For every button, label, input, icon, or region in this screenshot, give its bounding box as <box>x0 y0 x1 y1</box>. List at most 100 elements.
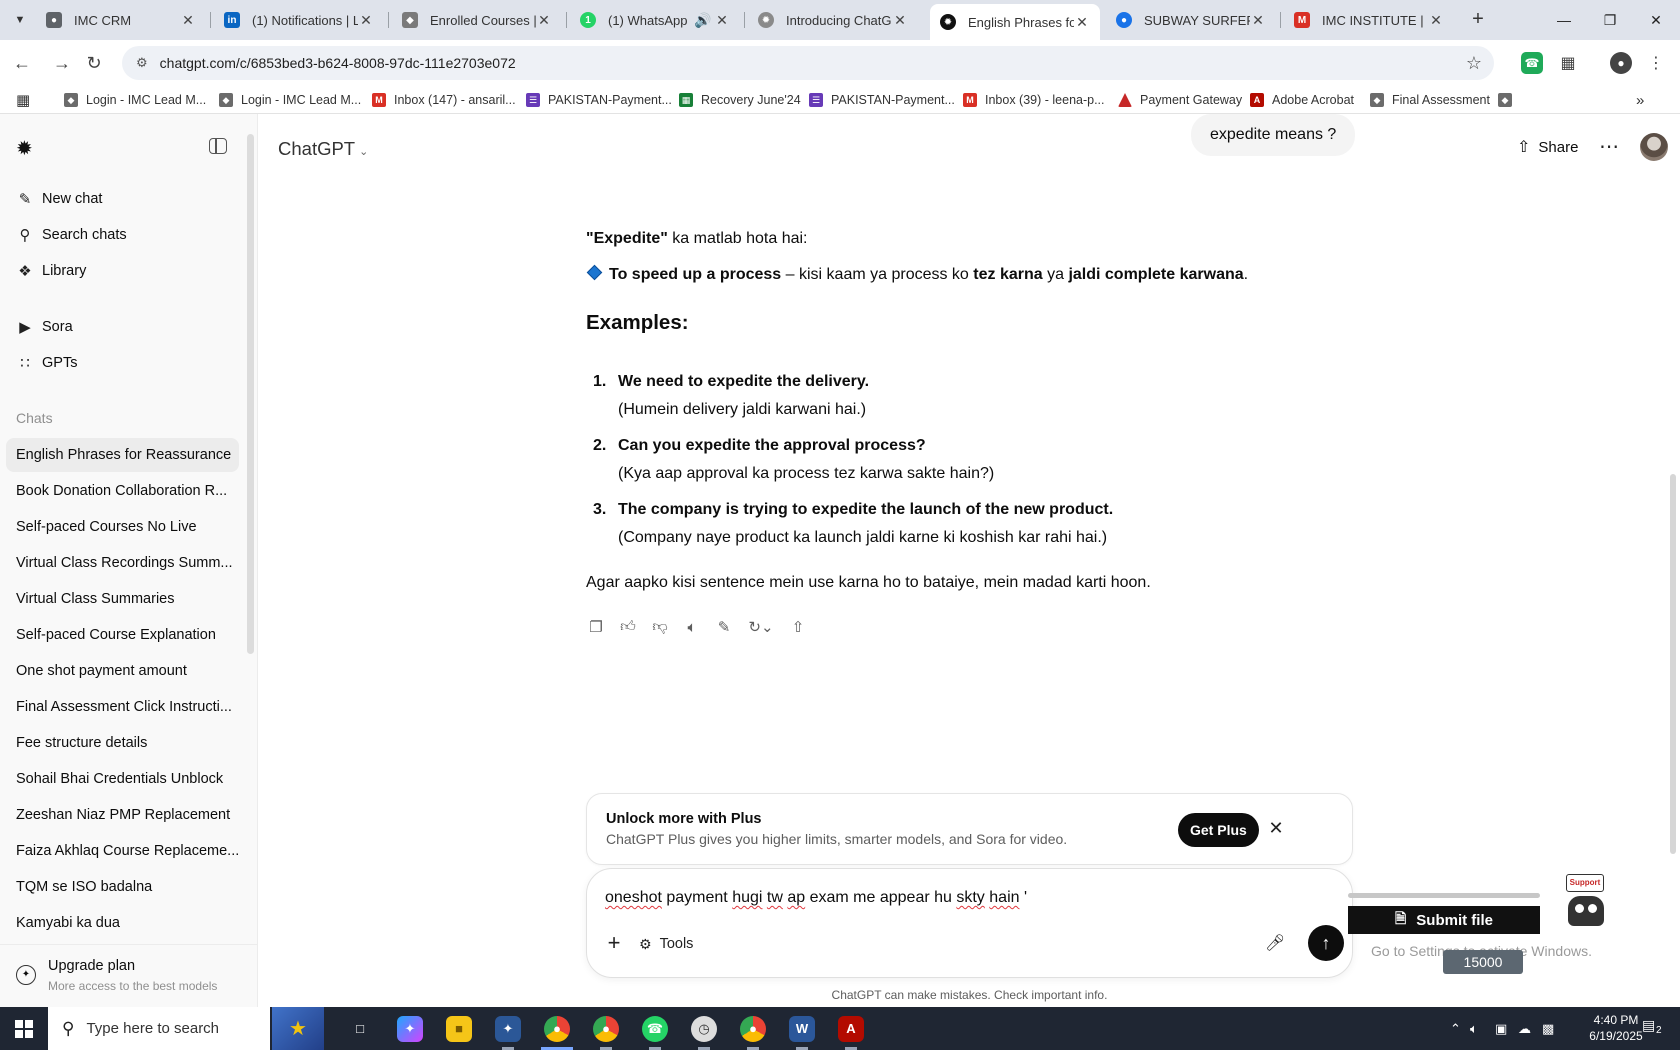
composer-input[interactable]: oneshot payment hugi tw ap exam me appea… <box>605 889 1027 907</box>
tray-chevron-icon[interactable]: ⌃ <box>1450 1007 1461 1050</box>
chrome-icon[interactable]: ● <box>729 1007 777 1050</box>
app-icon[interactable]: ✦ <box>484 1007 532 1050</box>
back-button[interactable]: ← <box>8 49 36 77</box>
profile-avatar-icon[interactable]: ● <box>1610 52 1632 74</box>
browser-tab[interactable]: 1 (1) WhatsApp B 🔊 ✕ <box>570 4 740 36</box>
sidebar-item-gpts[interactable]: ∷ GPTs <box>6 346 239 380</box>
read-aloud-icon[interactable]: 🔈︎ <box>682 617 702 637</box>
task-view-icon[interactable]: □ <box>336 1007 384 1050</box>
bookmark-item[interactable]: ◆ <box>1498 90 1520 110</box>
chat-item[interactable]: Final Assessment Click Instructi... <box>6 690 239 724</box>
bookmark-item[interactable]: ☰ PAKISTAN-Payment... <box>809 90 955 110</box>
tab-close-icon[interactable]: ✕ <box>1250 12 1266 29</box>
tab-close-icon[interactable]: ✕ <box>714 12 730 29</box>
cloud-icon[interactable]: ☁ <box>1518 1007 1531 1050</box>
chat-item[interactable]: One shot payment amount <box>6 654 239 688</box>
chat-item[interactable]: Virtual Class Recordings Summ... <box>6 546 239 580</box>
bookmark-item[interactable]: A Adobe Acrobat <box>1250 90 1354 110</box>
bookmark-item[interactable]: M Inbox (147) - ansaril... <box>372 90 516 110</box>
system-clock[interactable]: 4:40 PM 6/19/2025 <box>1586 1012 1646 1044</box>
chat-item[interactable]: Faiza Akhlaq Course Replaceme... <box>6 834 239 868</box>
bookmark-item[interactable]: ◆ Login - IMC Lead M... <box>64 90 206 110</box>
chat-item[interactable]: Sohail Bhai Credentials Unblock <box>6 762 239 796</box>
more-bookmarks-icon[interactable]: » <box>1636 90 1644 110</box>
word-icon[interactable]: W <box>778 1007 826 1050</box>
meet-now-icon[interactable]: ▣ <box>1495 1007 1507 1050</box>
chat-item[interactable]: Zeeshan Niaz PMP Replacement <box>6 798 239 832</box>
bookmark-item[interactable]: ◆ Login - IMC Lead M... <box>219 90 361 110</box>
send-button[interactable]: ↑ <box>1308 925 1344 961</box>
browser-tab[interactable]: ● IMC CRM ✕ <box>36 4 206 36</box>
sidebar-scrollbar[interactable] <box>247 134 254 654</box>
close-icon[interactable]: ✕ <box>1264 816 1288 840</box>
file-explorer-icon[interactable]: ■ <box>435 1007 483 1050</box>
chat-item[interactable]: Self-paced Courses No Live <box>6 510 239 544</box>
extensions-puzzle-icon[interactable]: ▦ <box>1557 52 1579 74</box>
attach-plus-icon[interactable]: + <box>603 932 625 954</box>
tab-close-icon[interactable]: ✕ <box>180 12 196 29</box>
chat-item-active[interactable]: English Phrases for Reassurance <box>6 438 239 472</box>
model-selector[interactable]: ChatGPT ⌄ <box>278 138 368 160</box>
acrobat-icon[interactable]: A <box>827 1007 875 1050</box>
edit-canvas-icon[interactable]: ✎ <box>714 617 734 637</box>
tab-close-icon[interactable]: ✕ <box>1074 14 1090 31</box>
new-tab-button[interactable]: + <box>1466 8 1490 32</box>
browser-tab[interactable]: M IMC INSTITUTE | EN ✕ <box>1284 4 1454 36</box>
volume-icon[interactable]: 🔈︎ <box>1470 1007 1478 1050</box>
copy-icon[interactable]: ❐ <box>586 617 606 637</box>
notification-icon[interactable]: ▤ 2 <box>1642 1017 1668 1041</box>
tab-close-icon[interactable]: ✕ <box>892 12 908 29</box>
support-widget[interactable]: Support <box>1562 874 1608 928</box>
thumbs-up-icon[interactable]: 👍︎ <box>618 617 638 637</box>
chrome-profile-icon[interactable]: ● <box>582 1007 630 1050</box>
tab-close-icon[interactable]: ✕ <box>358 12 374 29</box>
regenerate-icon[interactable]: ↻⌄ <box>746 617 776 637</box>
browser-tab[interactable]: ◆ Enrolled Courses | IM ✕ <box>392 4 562 36</box>
chat-item[interactable]: Fee structure details <box>6 726 239 760</box>
chat-item[interactable]: Kamyabi ka dua <box>6 906 239 940</box>
chat-item[interactable]: TQM se ISO badalna <box>6 870 239 904</box>
browser-tab-active[interactable]: ✹ English Phrases for R ✕ <box>930 4 1100 40</box>
tools-button[interactable]: ⚙ Tools <box>639 933 693 955</box>
tab-close-icon[interactable]: ✕ <box>1428 12 1444 29</box>
bookmark-star-icon[interactable]: ☆ <box>1466 53 1482 74</box>
sidebar-item-search-chats[interactable]: ⚲ Search chats <box>6 218 239 252</box>
taskbar-search[interactable]: ⚲ Type here to search <box>48 1007 270 1050</box>
openai-logo-icon[interactable]: ✹ <box>16 136 38 160</box>
submit-file-button[interactable]: 🗎︎ Submit file <box>1348 906 1540 934</box>
message-composer[interactable]: oneshot payment hugi tw ap exam me appea… <box>586 868 1353 978</box>
sidebar-item-new-chat[interactable]: ✎ New chat <box>6 182 239 216</box>
share-message-icon[interactable]: ⇧ <box>788 617 808 637</box>
audio-icon[interactable]: 🔊 <box>692 12 714 29</box>
copilot-icon[interactable]: ✦ <box>386 1007 434 1050</box>
network-icon[interactable]: ▩ <box>1542 1007 1554 1050</box>
tab-close-icon[interactable]: ✕ <box>536 12 552 29</box>
apps-grid-icon[interactable]: ▦ <box>16 90 30 110</box>
sidebar-item-sora[interactable]: ▶ Sora <box>6 310 239 344</box>
thumbs-down-icon[interactable]: 👎︎ <box>650 617 670 637</box>
forward-button[interactable]: → <box>48 49 76 77</box>
clock-app-icon[interactable]: ◷ <box>680 1007 728 1050</box>
avatar[interactable] <box>1640 133 1668 161</box>
close-window-button[interactable]: ✕ <box>1633 0 1679 40</box>
chrome-icon[interactable]: ● <box>533 1007 581 1050</box>
address-bar[interactable]: ⚙ chatgpt.com/c/6853bed3-b624-8008-97dc-… <box>122 46 1494 80</box>
reload-button[interactable]: ↻ <box>80 49 108 77</box>
minimize-button[interactable]: — <box>1541 0 1587 40</box>
chat-item[interactable]: Virtual Class Summaries <box>6 582 239 616</box>
news-widget-icon[interactable]: ★ <box>272 1007 324 1050</box>
main-scrollbar[interactable] <box>1670 474 1676 854</box>
chat-item[interactable]: Self-paced Course Explanation <box>6 618 239 652</box>
start-button[interactable] <box>0 1007 48 1050</box>
bookmark-item[interactable]: Payment Gateway <box>1118 90 1242 110</box>
get-plus-button[interactable]: Get Plus <box>1178 813 1259 847</box>
share-button[interactable]: ⇧ Share <box>1517 136 1578 158</box>
browser-tab[interactable]: ✹ Introducing ChatGP ✕ <box>748 4 918 36</box>
browser-tab[interactable]: ● SUBWAY SURFERS - ✕ <box>1106 4 1276 36</box>
bookmark-item[interactable]: ◆ Final Assessment <box>1370 90 1490 110</box>
sidebar-item-library[interactable]: ❖ Library <box>6 254 239 288</box>
extension-icon[interactable]: ☎ <box>1521 52 1543 74</box>
chat-item[interactable]: Book Donation Collaboration R... <box>6 474 239 508</box>
browser-menu-icon[interactable]: ⋮ <box>1645 52 1667 74</box>
site-settings-icon[interactable]: ⚙ <box>136 55 148 71</box>
